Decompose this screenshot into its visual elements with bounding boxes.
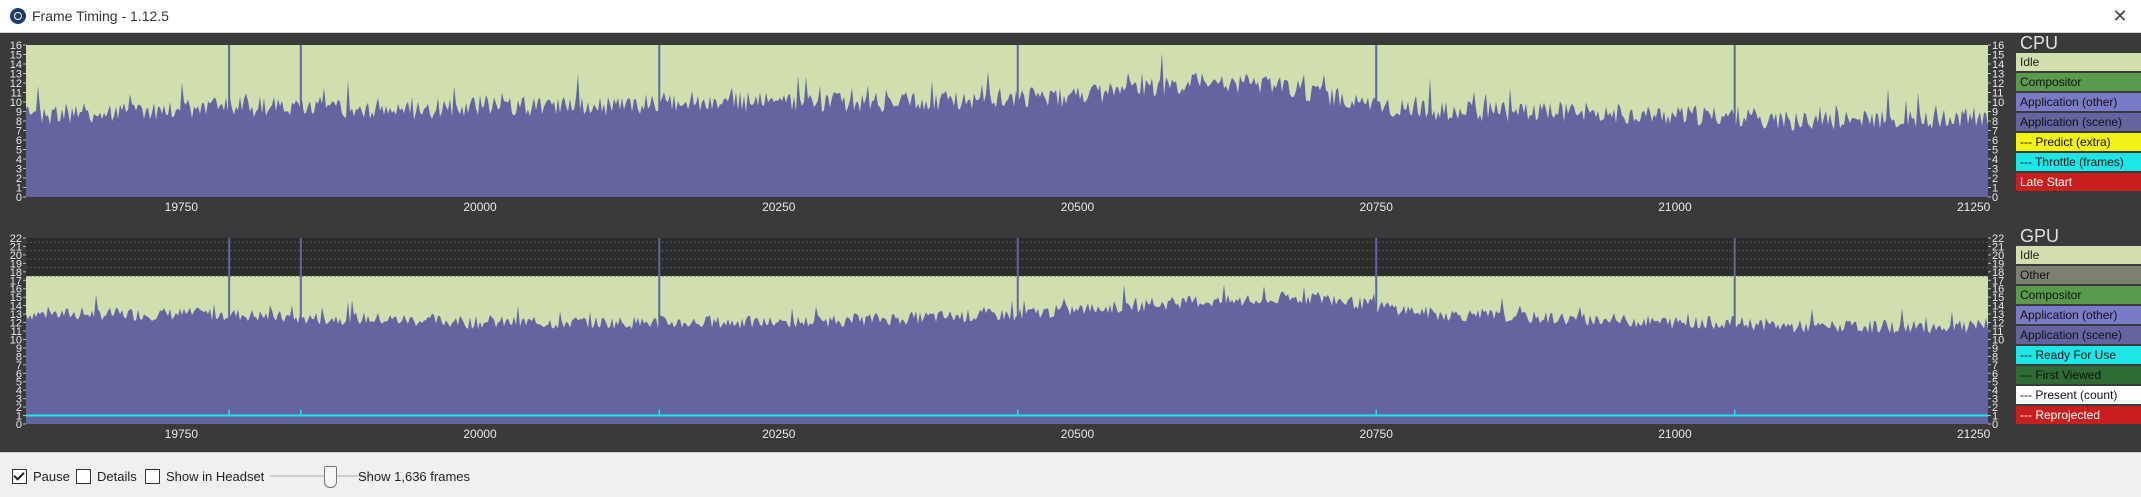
cpu-legend-item: Application (scene) — [2016, 113, 2141, 131]
x-tick-label: 20250 — [762, 427, 796, 441]
gpu-legend-item: --- First Viewed — [2016, 366, 2141, 384]
close-button[interactable]: ✕ — [2107, 4, 2133, 28]
cpu-legend-item: Idle — [2016, 53, 2141, 71]
show-in-headset-check-box[interactable] — [145, 469, 160, 484]
frames-slider-label: Show 1,636 frames — [358, 469, 471, 484]
status-bar: Pause Details Show in Headset Show 1,636… — [0, 452, 2141, 497]
show-in-headset-checkbox[interactable]: Show in Headset — [145, 469, 264, 484]
gpu-legend-title: GPU — [2020, 226, 2060, 246]
x-tick-label: 21000 — [1658, 427, 1692, 441]
gpu-chart: 22 2221 2120 2019 1918 1817 1716 1615 1514 1413 13… — [10, 233, 2005, 441]
details-check-box[interactable] — [76, 469, 91, 484]
x-tick-label: 21250 — [1957, 427, 1991, 441]
window-title: Frame Timing - 1.12.5 — [32, 8, 169, 24]
gpu-legend-item: Application (other) — [2016, 306, 2141, 324]
pause-check-box[interactable] — [12, 469, 27, 484]
x-tick-label: 20000 — [463, 200, 497, 214]
x-tick-label: 20000 — [463, 427, 497, 441]
steamvr-icon — [10, 8, 26, 24]
x-tick-label: 19750 — [165, 200, 199, 214]
cpu-legend: CPU Idle Compositor Application (other) App… — [2016, 33, 2141, 193]
frames-slider-thumb[interactable] — [324, 466, 337, 488]
pause-checkbox[interactable]: Pause — [12, 469, 70, 484]
x-tick-label: 19750 — [165, 427, 199, 441]
cpu-chart: 16 1615 1514 1413 1312 1211 1110 109 98 87 76 65 54 4… — [10, 40, 2005, 214]
y-tick-label-right: 0 — [1992, 419, 1998, 431]
gpu-legend-item: Other — [2016, 266, 2141, 284]
gpu-legend-item: --- Reprojected — [2016, 406, 2141, 424]
gpu-panel: 22 22 21 21 20 20 19 19 18 18 17 17 16 16 15 15 14 14 13 13… — [0, 226, 2141, 450]
x-tick-label: 20500 — [1061, 427, 1095, 441]
details-checkbox[interactable]: Details — [76, 469, 137, 484]
x-tick-label: 20500 — [1061, 200, 1095, 214]
y-tick-label-left: 0 — [16, 192, 22, 204]
gpu-legend-item: Compositor — [2016, 286, 2141, 304]
cpu-legend-item: Late Start — [2016, 173, 2141, 191]
cpu-legend-title: CPU — [2020, 33, 2059, 53]
details-label: Details — [97, 469, 137, 484]
gpu-legend: GPU Idle Other Compositor Application (othe… — [2016, 226, 2141, 426]
cpu-legend-item: --- Predict (extra) — [2016, 133, 2141, 151]
show-in-headset-label: Show in Headset — [166, 469, 265, 484]
pause-label: Pause — [33, 469, 70, 484]
title-bar: Frame Timing - 1.12.5 ✕ — [0, 0, 2141, 33]
gpu-legend-item: Application (scene) — [2016, 326, 2141, 344]
gpu-legend-item: --- Ready For Use — [2016, 346, 2141, 364]
x-tick-label: 20250 — [762, 200, 796, 214]
cpu-legend-item: --- Throttle (frames) — [2016, 153, 2141, 171]
frames-slider-track[interactable] — [270, 475, 370, 477]
cpu-legend-item: Compositor — [2016, 73, 2141, 91]
y-tick-label-right: 0 — [1992, 192, 1998, 204]
cpu-legend-item: Application (other) — [2016, 93, 2141, 111]
x-tick-label: 21000 — [1658, 200, 1692, 214]
x-tick-label: 20750 — [1360, 427, 1394, 441]
gpu-legend-item: Idle — [2016, 246, 2141, 264]
x-tick-label: 20750 — [1360, 200, 1394, 214]
x-tick-label: 21250 — [1957, 200, 1991, 214]
y-tick-label-left: 0 — [16, 419, 22, 431]
gpu-legend-item: --- Present (count) — [2016, 386, 2141, 404]
cpu-panel: 16 16 15 15 14 14 13 13 12 12 11 11 10 10 9 9 8 8 7 7 6 6 5 5 4 4… — [0, 33, 2141, 223]
